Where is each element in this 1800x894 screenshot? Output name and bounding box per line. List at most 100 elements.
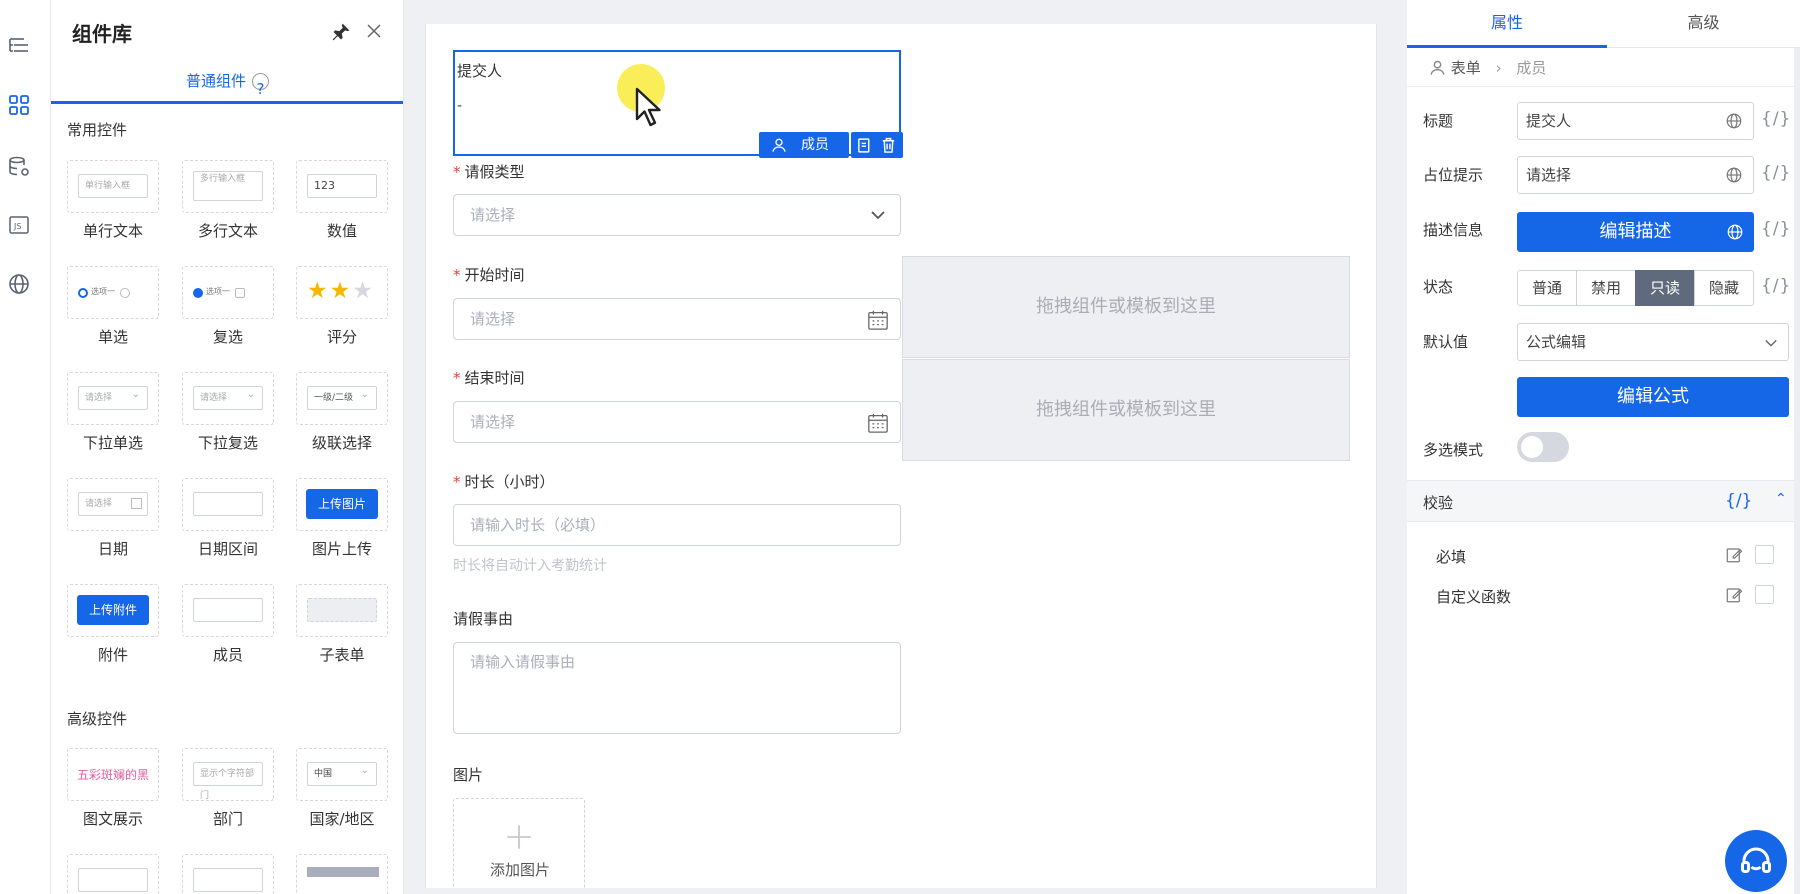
section-advanced-title: 高级控件	[67, 710, 128, 728]
preview	[307, 598, 377, 622]
chevron-up-icon[interactable]: ⌃	[1775, 491, 1787, 507]
tile-image-upload[interactable]: 上传图片	[296, 478, 388, 531]
reason-textarea[interactable]: 请输入请假事由	[453, 642, 901, 734]
tile-more-1[interactable]	[67, 854, 159, 894]
tile-label: 复选	[212, 328, 243, 346]
edit-icon[interactable]	[1725, 546, 1743, 564]
start-time-label: * 开始时间	[453, 264, 525, 285]
panel-scrollbar[interactable]	[1794, 48, 1800, 894]
tile-rich-display[interactable]: 五彩斑斓的黑	[67, 748, 159, 801]
tile-member[interactable]	[182, 584, 274, 637]
formula-brace-icon[interactable]: {/}	[1761, 276, 1791, 296]
delete-icon[interactable]	[880, 136, 897, 154]
user-icon	[1430, 60, 1445, 75]
tile-more-2[interactable]	[182, 854, 274, 894]
leave-type-select[interactable]: 请选择	[453, 194, 901, 236]
preview: 选项一	[206, 287, 230, 296]
formula-brace-icon[interactable]: {/}	[1761, 163, 1791, 183]
tile-subform[interactable]	[296, 584, 388, 637]
close-icon[interactable]	[365, 22, 383, 40]
chevron-down-icon: ⌄	[360, 389, 369, 400]
js-script-icon[interactable]: JS	[7, 213, 31, 237]
default-value-label: 默认值	[1423, 333, 1469, 351]
state-option-readonly[interactable]: 只读	[1635, 270, 1695, 306]
drop-zone[interactable]: 拖拽组件或模板到这里	[902, 256, 1350, 358]
calendar-icon	[868, 413, 888, 433]
preview: 多行输入框	[193, 171, 263, 201]
validation-section-header[interactable]: 校验 {/} ⌃	[1407, 480, 1800, 522]
breadcrumb-form[interactable]: 表单	[1451, 59, 1481, 77]
library-title: 组件库	[72, 22, 132, 46]
tile-label: 日期区间	[197, 540, 258, 558]
copy-icon[interactable]	[856, 137, 873, 154]
drop-zone[interactable]: 拖拽组件或模板到这里	[902, 359, 1350, 461]
components-grid-icon[interactable]	[7, 93, 31, 117]
label-text: 请假类型	[464, 163, 525, 181]
tile-number[interactable]: 123	[296, 160, 388, 213]
edit-description-button[interactable]: 编辑描述	[1517, 212, 1754, 252]
formula-brace-icon[interactable]: {/}	[1761, 219, 1791, 239]
tile-country[interactable]: 中国 ⌄	[296, 748, 388, 801]
tile-label: 多行文本	[197, 222, 258, 240]
state-option-disabled[interactable]: 禁用	[1576, 270, 1636, 306]
tile-dropdown-single[interactable]: 请选择 ⌄	[67, 372, 159, 425]
add-image-box[interactable]: 添加图片	[453, 798, 585, 888]
edit-icon[interactable]	[1725, 586, 1743, 604]
placeholder-prop-input[interactable]: 请选择	[1517, 156, 1754, 194]
required-mark: *	[453, 369, 461, 387]
tile-more-3[interactable]	[296, 854, 388, 894]
description-prop-label: 描述信息	[1423, 221, 1484, 239]
member-type-tag: 成员	[759, 132, 849, 158]
duration-input[interactable]: 请输入时长（必填）	[453, 504, 901, 546]
submitter-value: -	[457, 98, 463, 114]
tile-date[interactable]: 请选择	[67, 478, 159, 531]
member-tag-label: 成员	[801, 137, 829, 153]
tile-dropdown-multi[interactable]: 请选择 ⌄	[182, 372, 274, 425]
calendar-icon	[868, 310, 888, 330]
globe-icon[interactable]	[1725, 166, 1743, 184]
preview	[193, 598, 263, 622]
custom-function-checkbox[interactable]	[1755, 585, 1774, 604]
end-time-label: * 结束时间	[453, 367, 525, 388]
tab-attributes[interactable]: 属性	[1407, 0, 1607, 48]
globe-icon[interactable]	[1725, 112, 1743, 130]
formula-brace-icon[interactable]: {/}	[1725, 491, 1752, 511]
tile-single-text[interactable]: 单行输入框	[67, 160, 159, 213]
database-gear-icon[interactable]	[7, 155, 31, 179]
label-text: 开始时间	[464, 266, 525, 284]
preview: 上传附件	[77, 595, 149, 625]
globe-icon[interactable]	[1726, 223, 1744, 241]
tile-checkbox[interactable]: 选项一	[182, 266, 274, 319]
multi-select-toggle[interactable]	[1517, 432, 1569, 462]
tab-common-components[interactable]: 普通组件?	[51, 66, 403, 104]
tile-attachment[interactable]: 上传附件	[67, 584, 159, 637]
tile-department[interactable]: 显示个字符部门	[182, 748, 274, 801]
default-value-select[interactable]: 公式编辑	[1517, 323, 1789, 361]
formula-brace-icon[interactable]: {/}	[1761, 109, 1791, 129]
end-time-input[interactable]: 请选择	[453, 401, 901, 443]
title-prop-input[interactable]: 提交人	[1517, 102, 1754, 140]
tile-radio[interactable]: 选项一	[67, 266, 159, 319]
tile-label: 数值	[326, 222, 357, 240]
help-icon[interactable]: ?	[252, 73, 269, 98]
edit-formula-button[interactable]: 编辑公式	[1517, 377, 1789, 417]
tile-date-range[interactable]	[182, 478, 274, 531]
tile-multi-text[interactable]: 多行输入框	[182, 160, 274, 213]
required-mark: *	[453, 163, 461, 181]
tile-cascade[interactable]: 一级/二级 ⌄	[296, 372, 388, 425]
button-label: 编辑描述	[1599, 221, 1672, 242]
support-chat-button[interactable]	[1725, 830, 1787, 892]
state-option-hidden[interactable]: 隐藏	[1694, 270, 1754, 306]
placeholder: 请选择	[470, 413, 516, 431]
required-checkbox[interactable]	[1755, 545, 1774, 564]
value: 公式编辑	[1526, 333, 1587, 351]
globe-icon[interactable]	[7, 272, 31, 296]
outline-tree-icon[interactable]	[7, 34, 31, 58]
tab-advanced[interactable]: 高级	[1607, 0, 1800, 48]
start-time-input[interactable]: 请选择	[453, 298, 901, 340]
checkbox-filled-icon	[193, 288, 203, 298]
state-option-normal[interactable]: 普通	[1517, 270, 1577, 306]
pin-icon[interactable]	[331, 22, 351, 42]
value: 请选择	[1526, 166, 1572, 184]
tile-rating[interactable]: ★★★	[296, 266, 388, 319]
